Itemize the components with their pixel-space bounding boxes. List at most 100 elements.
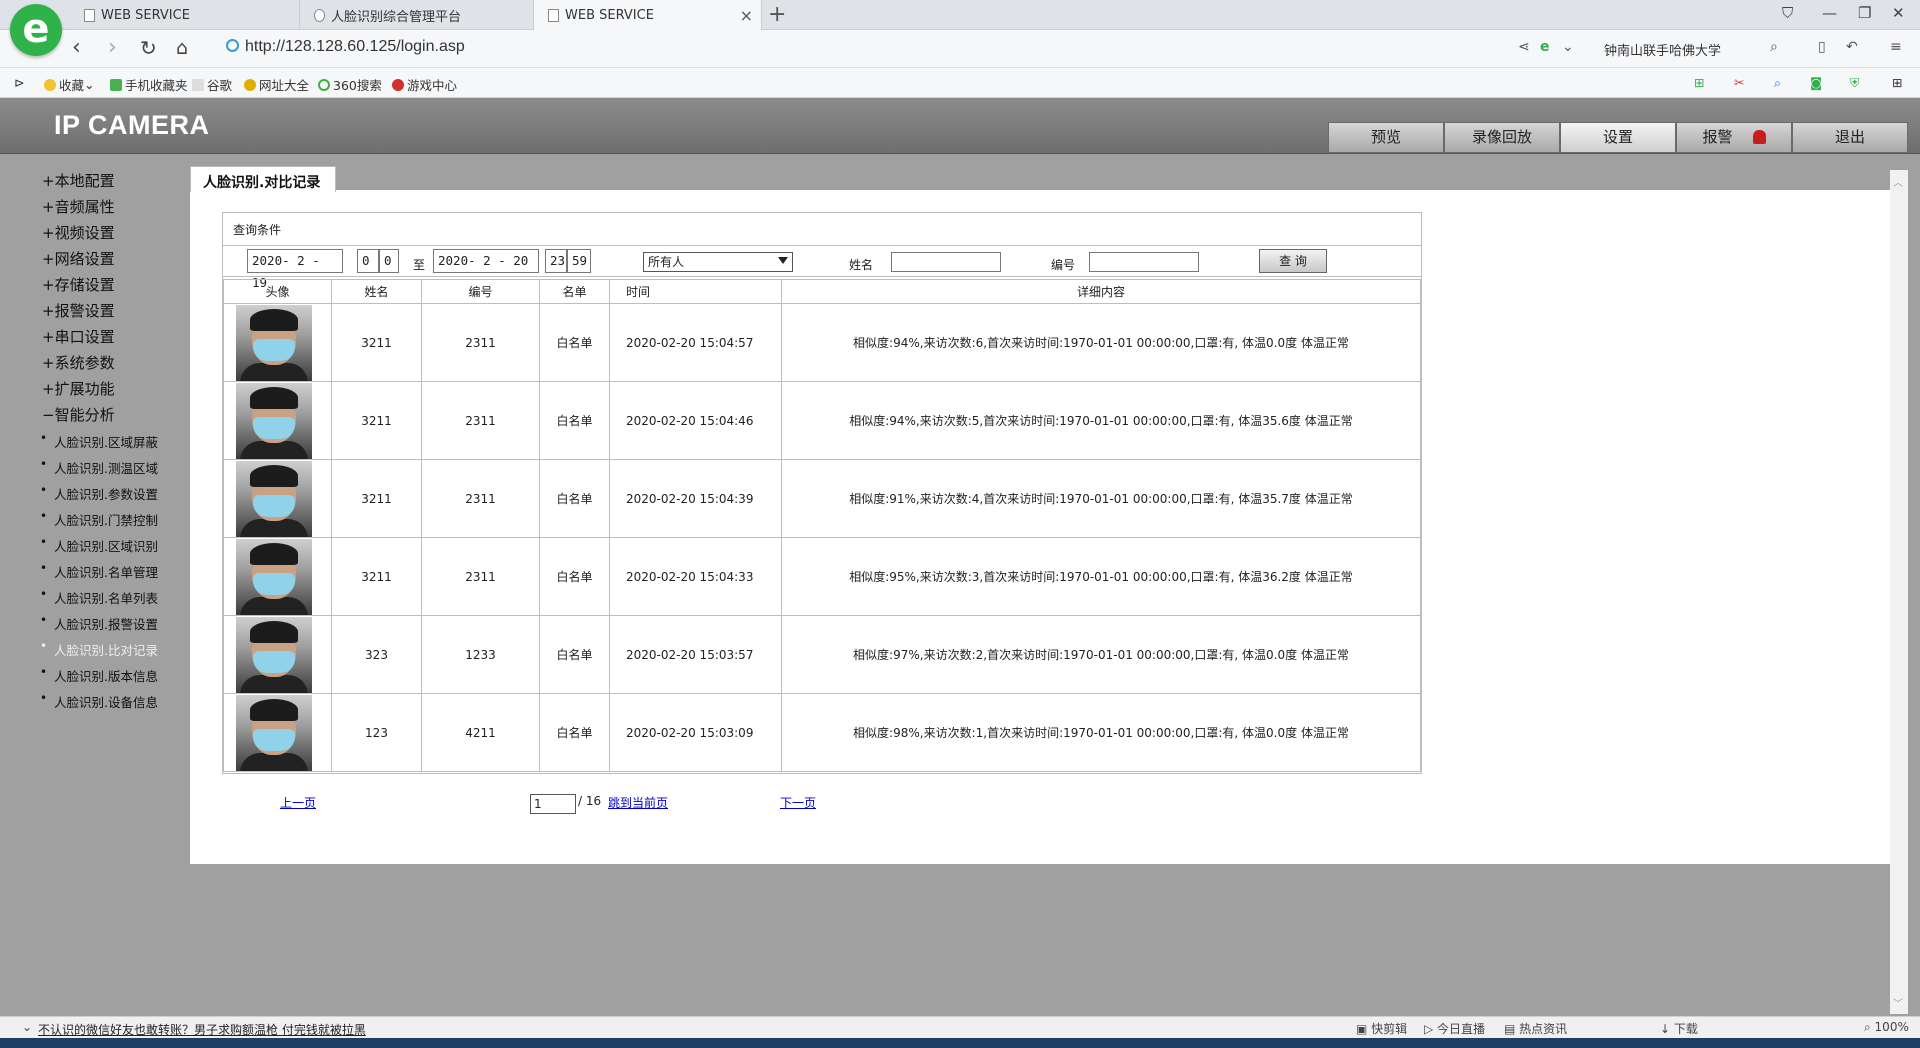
from-minute-field[interactable]: 0: [379, 249, 399, 273]
sub-device-info[interactable]: 人脸识别.设备信息: [40, 691, 158, 711]
sub-version[interactable]: 人脸识别.版本信息: [40, 665, 158, 685]
prev-page-link[interactable]: 上一页: [280, 794, 316, 811]
search-input[interactable]: 钟南山联手哈佛大学: [1604, 40, 1721, 59]
browser-tab-3-active[interactable]: WEB SERVICE ×: [534, 0, 762, 30]
menu-alarm[interactable]: +报警设置: [42, 300, 115, 321]
menu-storage[interactable]: +存储设置: [42, 274, 115, 295]
name-input[interactable]: [891, 252, 1001, 272]
quick-clip[interactable]: ▣ 快剪辑: [1356, 1020, 1407, 1037]
favorite-mobile[interactable]: 手机收藏夹: [110, 75, 188, 94]
reload-button[interactable]: ↻: [140, 37, 157, 59]
gamepad-icon[interactable]: ◙: [1810, 75, 1822, 90]
bookmark-icon[interactable]: ▯: [1818, 39, 1826, 55]
sub-list-manage[interactable]: 人脸识别.名单管理: [40, 561, 158, 581]
avatar[interactable]: [236, 304, 312, 381]
sub-temp-area[interactable]: 人脸识别.测温区域: [40, 457, 158, 477]
to-date-field[interactable]: 2020- 2 - 20: [433, 249, 539, 273]
page-icon: [548, 8, 559, 22]
menu-network[interactable]: +网络设置: [42, 248, 115, 269]
menu-system[interactable]: +系统参数: [42, 352, 115, 373]
chevron-down-icon[interactable]: ⌄: [22, 1020, 32, 1034]
table-row[interactable]: 3211 2311 白名单 2020-02-20 15:04:46 相似度:94%,来访…: [223, 381, 1421, 460]
back-button[interactable]: ‹: [72, 37, 81, 59]
chevron-down-icon[interactable]: ⌄: [1562, 39, 1574, 55]
menu-intelligent[interactable]: −智能分析: [42, 404, 115, 425]
sub-params[interactable]: 人脸识别.参数设置: [40, 483, 158, 503]
content-tab[interactable]: 人脸识别.对比记录: [190, 166, 336, 192]
to-minute-field[interactable]: 59: [567, 249, 591, 273]
table-row[interactable]: 323 1233 白名单 2020-02-20 15:03:57 相似度:97%,来访次…: [223, 615, 1421, 694]
scroll-down-icon[interactable]: ﹀: [1893, 995, 1903, 1010]
avatar[interactable]: [236, 694, 312, 771]
today-live[interactable]: ▷ 今日直播: [1424, 1020, 1485, 1037]
minimize-button[interactable]: —: [1822, 4, 1837, 22]
favorite-hao123[interactable]: 网址大全: [244, 75, 309, 94]
nav-settings[interactable]: 设置: [1560, 122, 1676, 153]
table-row[interactable]: 3211 2311 白名单 2020-02-20 15:04:39 相似度:91%,来访…: [223, 459, 1421, 538]
favorite-360search[interactable]: 360搜索: [318, 75, 382, 94]
menu-local-config[interactable]: +本地配置: [42, 170, 115, 191]
avatar[interactable]: [236, 460, 312, 537]
sub-compare-records[interactable]: 人脸识别.比对记录: [40, 639, 158, 659]
scissors-icon[interactable]: ✂: [1734, 75, 1744, 90]
page-scrollbar[interactable]: ︿ ﹀: [1890, 170, 1908, 1014]
close-tab-icon[interactable]: ×: [740, 6, 753, 25]
browser-tab-1[interactable]: WEB SERVICE: [70, 0, 300, 30]
page-number-input[interactable]: 1: [530, 794, 576, 814]
next-page-link[interactable]: 下一页: [780, 794, 816, 811]
jump-page-link[interactable]: 跳到当前页: [608, 794, 668, 811]
nav-playback[interactable]: 录像回放: [1444, 122, 1560, 153]
table-row[interactable]: 3211 2311 白名单 2020-02-20 15:04:57 相似度:94%,来访…: [223, 303, 1421, 382]
hot-news[interactable]: ▤ 热点资讯: [1504, 1020, 1567, 1037]
forward-button[interactable]: ›: [108, 37, 117, 59]
ie-mode-icon[interactable]: e: [1540, 39, 1550, 55]
extension-add-icon[interactable]: ⊞: [1694, 75, 1704, 90]
sub-list[interactable]: 人脸识别.名单列表: [40, 587, 158, 607]
restore-button[interactable]: ❐: [1858, 4, 1871, 22]
favorite-games[interactable]: 游戏中心: [392, 75, 457, 94]
sub-alarm-settings[interactable]: 人脸识别.报警设置: [40, 613, 158, 633]
scroll-up-icon[interactable]: ︿: [1893, 174, 1903, 189]
table-row[interactable]: 3211 2311 白名单 2020-02-20 15:04:33 相似度:95%,来访…: [223, 537, 1421, 616]
from-hour-field[interactable]: 0: [357, 249, 379, 273]
shield-icon[interactable]: ⛨: [1850, 75, 1859, 91]
browser-logo-icon[interactable]: e: [10, 4, 62, 56]
sub-area-recognition[interactable]: 人脸识别.区域识别: [40, 535, 158, 555]
menu-serial[interactable]: +串口设置: [42, 326, 115, 347]
person-filter-select[interactable]: 所有人: [643, 252, 793, 272]
sub-area-mask[interactable]: 人脸识别.区域屏蔽: [40, 431, 158, 451]
menu-extension[interactable]: +扩展功能: [42, 378, 115, 399]
table-row[interactable]: 123 4211 白名单 2020-02-20 15:03:09 相似度:98%,来访次…: [223, 693, 1421, 772]
avatar[interactable]: [236, 382, 312, 459]
menu-icon[interactable]: ≡: [1890, 39, 1902, 55]
new-tab-button[interactable]: +: [768, 2, 786, 27]
zoom-level[interactable]: ⌕ 100%: [1864, 1020, 1909, 1035]
favorite-bookmarks[interactable]: 收藏 ⌄: [44, 75, 95, 94]
browser-tab-2[interactable]: 人脸识别综合管理平台: [300, 0, 534, 30]
nav-logout[interactable]: 退出: [1792, 122, 1908, 153]
home-button[interactable]: ⌂: [176, 37, 188, 59]
menu-video[interactable]: +视频设置: [42, 222, 115, 243]
close-window-button[interactable]: ✕: [1892, 4, 1905, 22]
menu-audio[interactable]: +音频属性: [42, 196, 115, 217]
favorite-google[interactable]: 谷歌: [192, 75, 232, 94]
url-field[interactable]: http://128.128.60.125/login.asp: [226, 38, 465, 56]
share-icon[interactable]: ⋖: [1518, 39, 1530, 55]
avatar[interactable]: [236, 538, 312, 615]
nav-preview[interactable]: 预览: [1328, 122, 1444, 153]
shirt-icon[interactable]: ⛉: [1782, 4, 1793, 22]
downloads[interactable]: ↓ 下载: [1660, 1020, 1698, 1037]
search-icon[interactable]: ⌕: [1774, 75, 1781, 91]
query-button[interactable]: 查 询: [1259, 249, 1327, 273]
sidebar-toggle-icon[interactable]: ⊳: [14, 75, 24, 90]
from-date-field[interactable]: 2020- 2 - 19: [247, 249, 343, 290]
news-ticker-link[interactable]: 不认识的微信好友也敢转账？男子求购额温枪 付完钱就被拉黑: [38, 1021, 366, 1038]
apps-icon[interactable]: ⊞: [1892, 75, 1902, 90]
search-icon[interactable]: ⌕: [1770, 39, 1778, 55]
id-input[interactable]: [1089, 252, 1199, 272]
to-hour-field[interactable]: 23: [545, 249, 567, 273]
avatar[interactable]: [236, 616, 312, 693]
undo-icon[interactable]: ↶: [1846, 39, 1858, 55]
nav-alarm[interactable]: 报警: [1676, 122, 1792, 153]
sub-access-control[interactable]: 人脸识别.门禁控制: [40, 509, 158, 529]
